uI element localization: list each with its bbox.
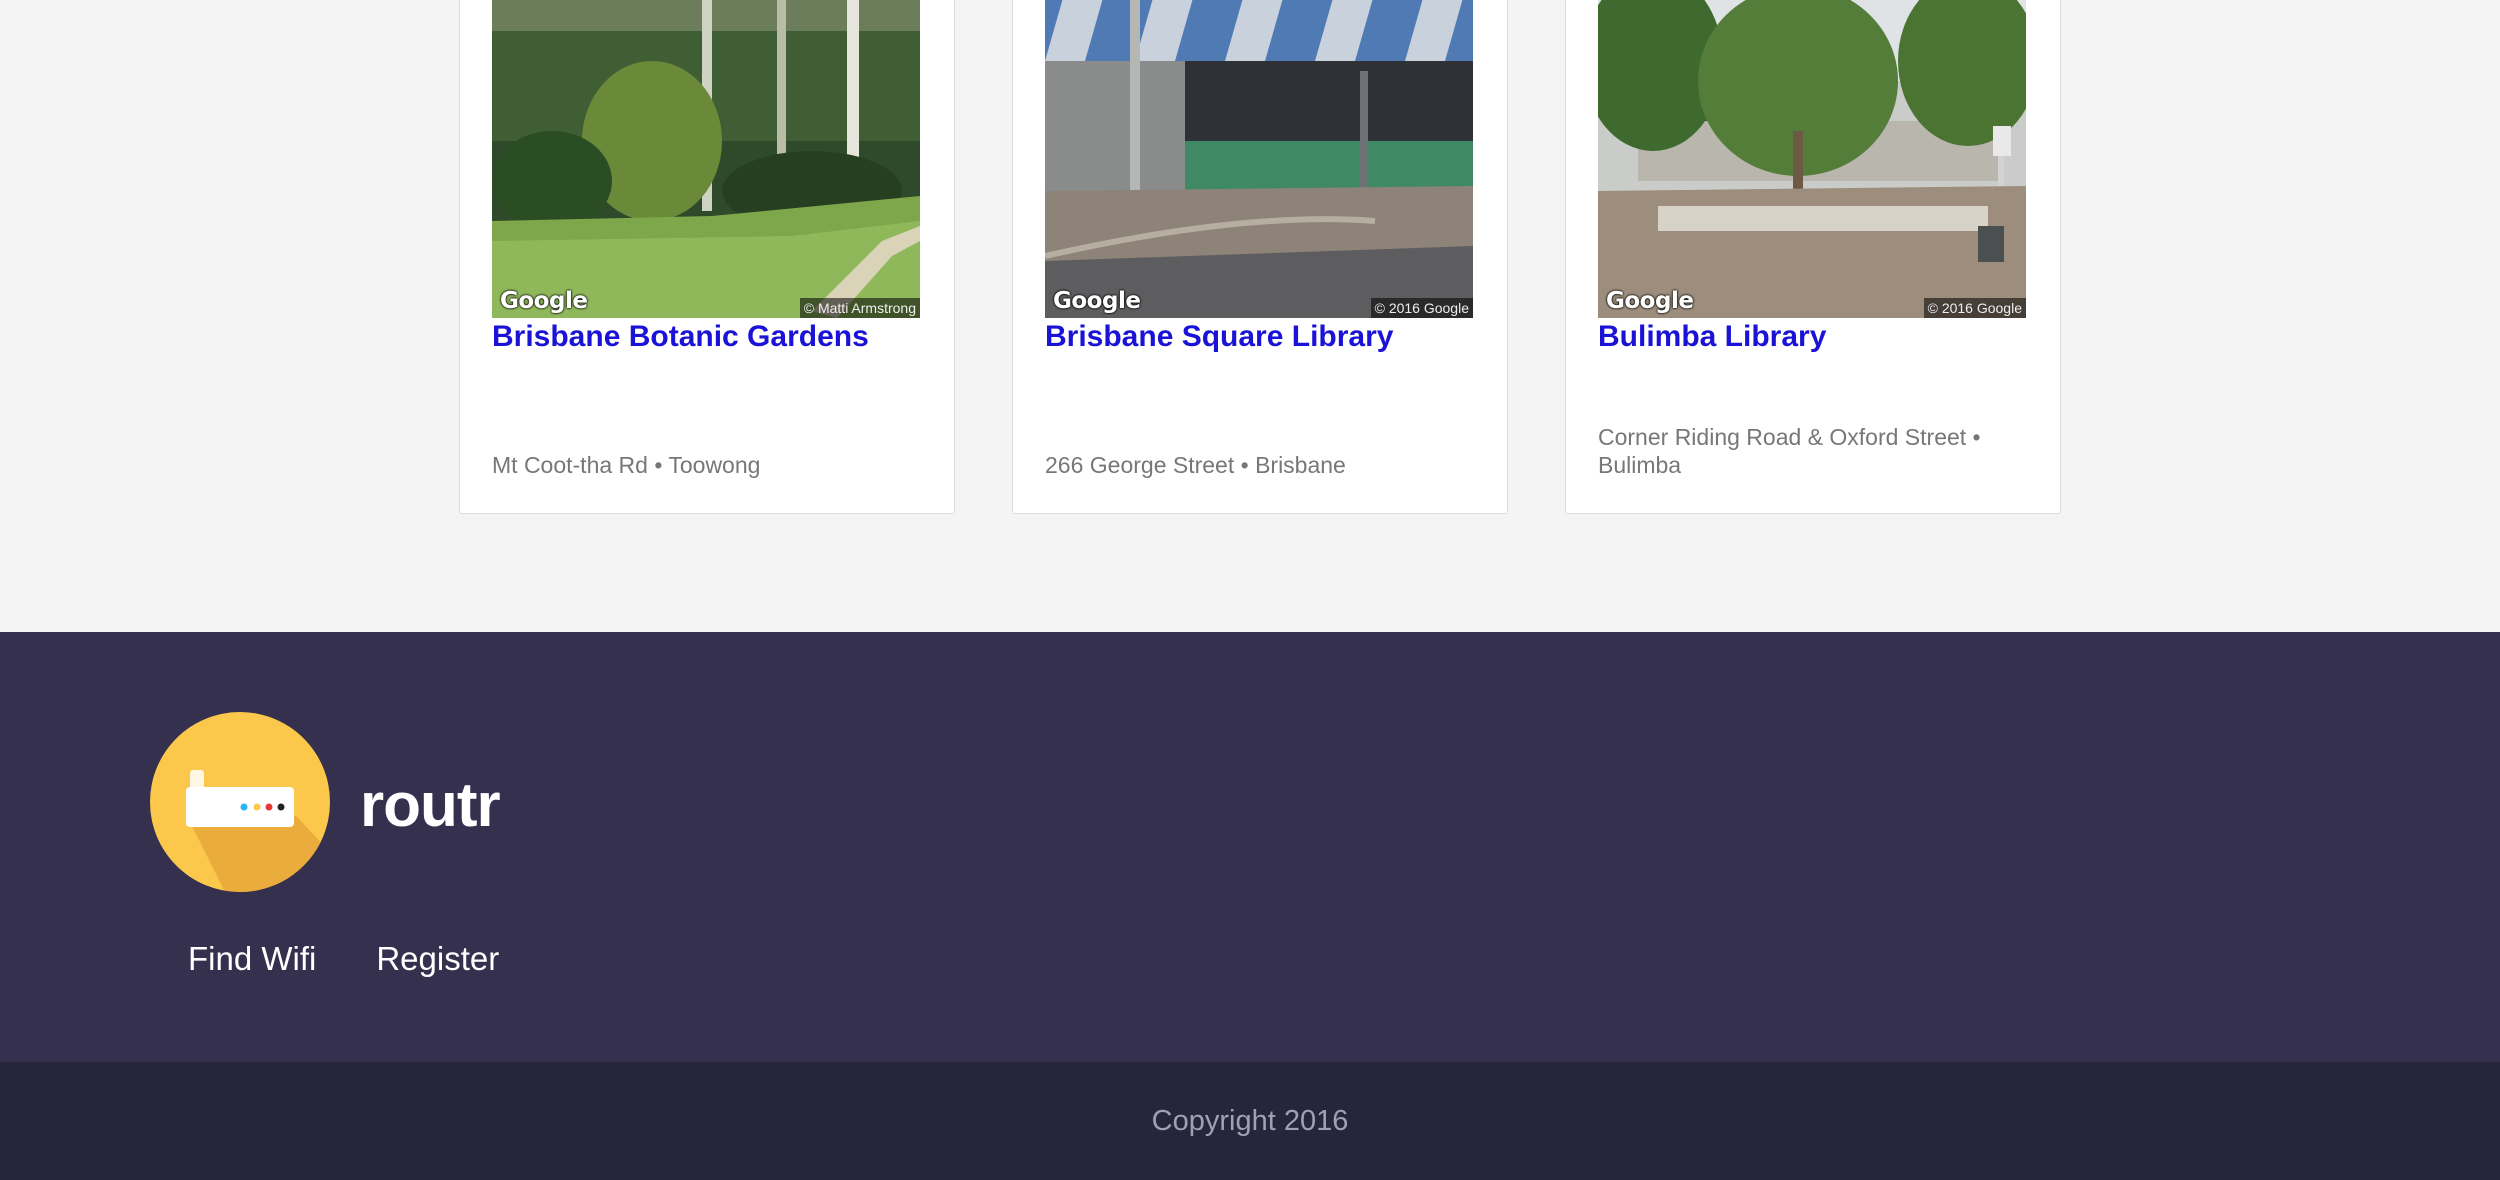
brand-name[interactable]: routr (360, 770, 501, 841)
street-photo (1598, 0, 2026, 318)
location-title-link[interactable]: Brisbane Square Library (1045, 320, 1393, 354)
photo-credit: © 2016 Google (1923, 298, 2026, 318)
google-watermark: Google (500, 288, 588, 314)
location-title-link[interactable]: Brisbane Botanic Gardens (492, 320, 869, 354)
location-card[interactable]: Google © Matti Armstrong Brisbane Botani… (459, 0, 955, 514)
footer-link-register[interactable]: Register (376, 940, 499, 978)
copyright-text: Copyright 2016 (1151, 1104, 1349, 1137)
location-card[interactable]: Google © 2016 Google Brisbane Square Lib… (1012, 0, 1508, 514)
location-address: Mt Coot-tha Rd • Toowong (492, 452, 761, 478)
location-address: Corner Riding Road & Oxford Street • Bul… (1598, 424, 1981, 478)
footer-nav: Find Wifi Register (188, 940, 499, 978)
photo-credit: © 2016 Google (1370, 298, 1473, 318)
garden-photo (492, 0, 920, 318)
location-photo[interactable]: Google © Matti Armstrong (492, 0, 920, 318)
location-card[interactable]: Google © 2016 Google Bulimba Library Cor… (1565, 0, 2061, 514)
location-photo[interactable]: Google © 2016 Google (1045, 0, 1473, 318)
router-icon[interactable] (150, 712, 330, 892)
site-footer: routr Find Wifi Register (0, 632, 2500, 1062)
location-photo[interactable]: Google © 2016 Google (1598, 0, 2026, 318)
footer-link-find-wifi[interactable]: Find Wifi (188, 940, 316, 978)
google-watermark: Google (1606, 288, 1694, 314)
photo-credit: © Matti Armstrong (799, 298, 920, 318)
location-address: 266 George Street • Brisbane (1045, 452, 1346, 478)
copyright-bar: Copyright 2016 (0, 1062, 2500, 1180)
library-photo (1045, 0, 1473, 318)
location-title-link[interactable]: Bulimba Library (1598, 320, 1826, 354)
location-card-list: Google © Matti Armstrong Brisbane Botani… (0, 0, 2500, 632)
google-watermark: Google (1053, 288, 1141, 314)
